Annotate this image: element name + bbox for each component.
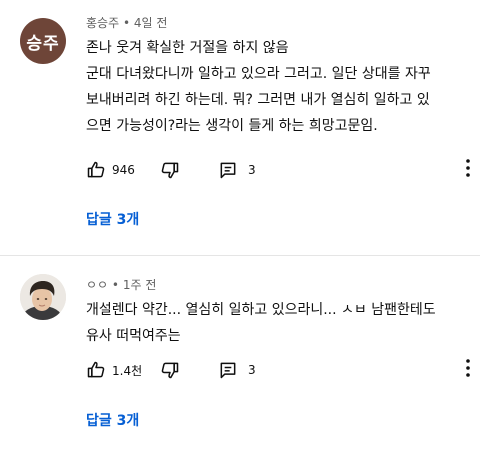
person-photo-icon <box>20 274 66 320</box>
dislike-button[interactable] <box>160 357 180 383</box>
comment-actions: 946 3 <box>86 157 476 183</box>
reply-count: 3 <box>248 163 256 177</box>
comment-item: ㅇㅇ • 1주 전 개설렌다 약간... 열심히 일하고 있으라니... ㅅㅂ … <box>0 256 480 452</box>
comment-text-line: 유사 떠먹여주는 <box>86 328 181 344</box>
comment-time[interactable]: 1주 전 <box>123 278 157 292</box>
reply-button[interactable]: 3 <box>218 157 256 183</box>
reply-count: 3 <box>248 363 256 377</box>
reply-button[interactable]: 3 <box>218 357 256 383</box>
comment-text-line: 존나 웃겨 확실한 거절을 하지 않음 <box>86 40 289 56</box>
avatar[interactable]: 승주 <box>20 18 66 64</box>
avatar[interactable] <box>20 274 66 320</box>
comment-text: 개설렌다 약간... 열심히 일하고 있으라니... ㅅㅂ 남팬한테도 유사 떠… <box>86 297 471 349</box>
comment-icon <box>218 360 238 380</box>
more-actions-button[interactable] <box>460 357 476 383</box>
like-button[interactable]: 1.4천 <box>86 357 142 383</box>
comment-text-line: 군대 다녀왔다니까 일하고 있으라 그러고. 일단 상대를 자꾸 <box>86 66 431 82</box>
comment-meta: ㅇㅇ • 1주 전 <box>86 276 156 293</box>
dislike-button[interactable] <box>160 157 180 183</box>
view-replies-button[interactable]: 답글 3개 <box>86 209 139 229</box>
view-replies-button[interactable]: 답글 3개 <box>86 410 139 430</box>
more-vertical-icon <box>466 359 470 381</box>
comment-meta: 홍승주 • 4일 전 <box>86 14 167 31</box>
comment-author[interactable]: ㅇㅇ <box>86 278 108 292</box>
like-button[interactable]: 946 <box>86 157 135 183</box>
comment-item: 승주 홍승주 • 4일 전 존나 웃겨 확실한 거절을 하지 않음 군대 다녀왔… <box>0 0 480 255</box>
comment-text-line: 개설렌다 약간... 열심히 일하고 있으라니... ㅅㅂ 남팬한테도 <box>86 302 436 318</box>
meta-separator: • <box>122 16 131 30</box>
comment-icon <box>218 160 238 180</box>
more-vertical-icon <box>466 159 470 181</box>
comment-time[interactable]: 4일 전 <box>134 16 168 30</box>
thumbs-up-icon <box>86 160 106 180</box>
thumbs-down-icon <box>160 360 180 380</box>
like-count: 1.4천 <box>112 363 143 378</box>
like-count: 946 <box>112 163 135 177</box>
thumbs-up-icon <box>86 360 106 380</box>
comment-text-line: 보내버리려 하긴 하는데. 뭐? 그러면 내가 열심히 일하고 있 <box>86 92 430 108</box>
more-actions-button[interactable] <box>460 157 476 183</box>
comment-actions: 1.4천 3 <box>86 357 476 383</box>
meta-separator: • <box>111 278 119 292</box>
comment-text: 존나 웃겨 확실한 거절을 하지 않음 군대 다녀왔다니까 일하고 있으라 그러… <box>86 35 471 139</box>
thumbs-down-icon <box>160 160 180 180</box>
comment-text-line: 으면 가능성이?라는 생각이 들게 하는 희망고문임. <box>86 118 378 134</box>
avatar-initials: 승주 <box>26 33 60 54</box>
comment-author[interactable]: 홍승주 <box>86 16 119 30</box>
